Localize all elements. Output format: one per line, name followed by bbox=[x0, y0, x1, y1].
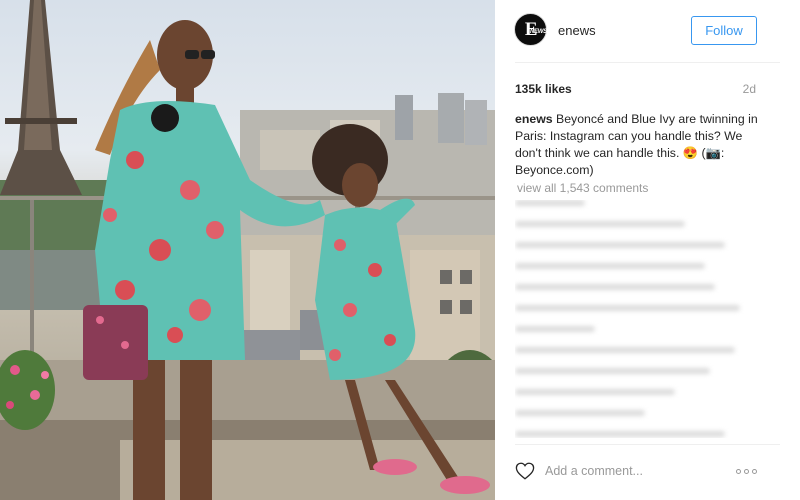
comment-line bbox=[515, 221, 685, 227]
comment-line bbox=[515, 263, 705, 269]
comment-line bbox=[515, 326, 595, 332]
comment-line bbox=[515, 305, 740, 311]
post-caption: enews Beyoncé and Blue Ivy are twinning … bbox=[515, 111, 765, 179]
comment-line bbox=[515, 368, 710, 374]
more-dot bbox=[752, 468, 757, 474]
more-dot bbox=[736, 468, 741, 474]
footer-divider bbox=[515, 444, 780, 445]
account-username[interactable]: enews bbox=[558, 23, 596, 38]
caption-author[interactable]: enews bbox=[515, 112, 553, 126]
view-all-comments-link[interactable]: view all 1,543 comments bbox=[517, 181, 648, 195]
more-options-icon[interactable] bbox=[736, 466, 760, 476]
heart-icon[interactable] bbox=[515, 462, 535, 480]
avatar-small-text: NEWS bbox=[530, 29, 547, 35]
comment-line bbox=[515, 389, 675, 395]
account-avatar[interactable]: E NEWS bbox=[514, 13, 547, 46]
comments-list-blurred bbox=[515, 200, 780, 438]
comment-line bbox=[515, 200, 585, 206]
likes-count[interactable]: 135k likes bbox=[515, 82, 572, 96]
follow-button[interactable]: Follow bbox=[691, 16, 757, 45]
comment-line bbox=[515, 431, 725, 437]
comment-line bbox=[515, 410, 645, 416]
post-header: E NEWS enews Follow bbox=[495, 0, 800, 62]
header-divider bbox=[515, 62, 780, 63]
post-photo[interactable] bbox=[0, 0, 495, 500]
comment-line bbox=[515, 242, 725, 248]
comment-line bbox=[515, 284, 715, 290]
post-sidebar: E NEWS enews Follow 135k likes 2d enews … bbox=[495, 0, 800, 500]
post-time-ago[interactable]: 2d bbox=[743, 82, 756, 96]
comment-line bbox=[515, 347, 735, 353]
photo-illustration bbox=[0, 0, 495, 500]
add-comment-input[interactable]: Add a comment... bbox=[545, 464, 643, 478]
more-dot bbox=[744, 468, 749, 474]
